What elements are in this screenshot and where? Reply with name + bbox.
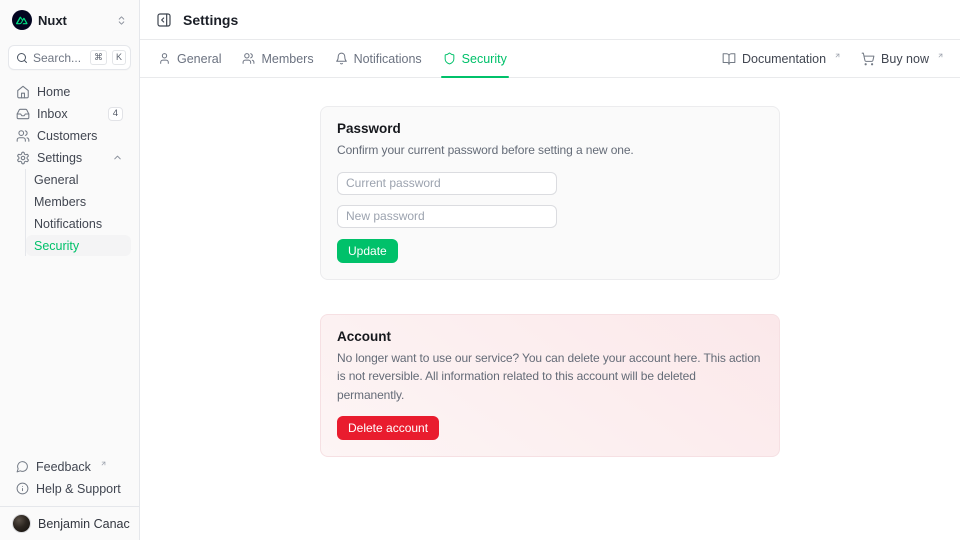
external-link-icon xyxy=(937,52,944,59)
sidebar-item-inbox[interactable]: Inbox 4 xyxy=(8,103,131,124)
tab-notifications[interactable]: Notifications xyxy=(333,40,424,77)
search-icon xyxy=(16,52,28,64)
account-card: Account No longer want to use our servic… xyxy=(320,314,780,458)
gear-icon xyxy=(16,151,30,165)
delete-account-button[interactable]: Delete account xyxy=(337,416,439,440)
app-window: Nuxt Search... ⌘ K Home Inbox 4 xyxy=(0,0,960,540)
tab-general[interactable]: General xyxy=(156,40,223,77)
tab-label: Notifications xyxy=(354,52,422,66)
sidebar-footer: Feedback Help & Support xyxy=(0,456,139,506)
help-support-link[interactable]: Help & Support xyxy=(8,478,131,499)
search-placeholder: Search... xyxy=(33,51,85,65)
tab-label: General xyxy=(177,52,221,66)
tab-security[interactable]: Security xyxy=(441,40,509,77)
buy-now-link[interactable]: Buy now xyxy=(861,52,944,66)
settings-security-content: Password Confirm your current password b… xyxy=(140,78,960,540)
kbd-k: K xyxy=(112,50,126,65)
avatar xyxy=(12,514,31,533)
nuxt-logo-icon xyxy=(12,10,32,30)
sidebar-spacer xyxy=(0,257,139,456)
user-menu[interactable]: Benjamin Canac xyxy=(0,506,139,540)
user-icon xyxy=(158,52,171,65)
feedback-label: Feedback xyxy=(36,460,91,474)
settings-sub-list: General Members Notifications Security xyxy=(25,169,131,256)
home-icon xyxy=(16,85,30,99)
sidebar-item-notifications[interactable]: Notifications xyxy=(26,213,131,234)
tabs: General Members Notifications Security xyxy=(156,40,509,77)
users-icon xyxy=(242,52,255,65)
panel-left-close-icon xyxy=(156,12,172,28)
tab-label: Members xyxy=(261,52,313,66)
shield-icon xyxy=(443,52,456,65)
collapse-sidebar-button[interactable] xyxy=(156,12,172,28)
search-input[interactable]: Search... ⌘ K xyxy=(8,45,131,70)
chevron-up-icon xyxy=(112,152,123,163)
sidebar-item-label: Inbox xyxy=(37,107,101,121)
password-card: Password Confirm your current password b… xyxy=(320,106,780,280)
main-panel: Settings General Members Notifications xyxy=(140,0,960,540)
toolbar-links: Documentation Buy now xyxy=(722,40,944,77)
team-switcher[interactable]: Nuxt xyxy=(8,9,131,31)
users-icon xyxy=(16,129,30,143)
current-password-field[interactable] xyxy=(337,172,557,195)
inbox-count-badge: 4 xyxy=(108,107,123,121)
sidebar: Nuxt Search... ⌘ K Home Inbox 4 xyxy=(0,0,140,540)
user-name: Benjamin Canac xyxy=(38,517,130,531)
message-circle-icon xyxy=(16,460,29,473)
tab-label: Security xyxy=(462,52,507,66)
buy-now-label: Buy now xyxy=(881,52,929,66)
sidebar-item-label: Home xyxy=(37,85,123,99)
bell-icon xyxy=(335,52,348,65)
inbox-icon xyxy=(16,107,30,121)
kbd-meta: ⌘ xyxy=(90,50,107,65)
book-open-icon xyxy=(722,52,736,66)
sidebar-item-label: Settings xyxy=(37,151,105,165)
external-link-icon xyxy=(100,460,107,467)
tab-bar: General Members Notifications Security xyxy=(140,40,960,78)
external-link-icon xyxy=(834,52,841,59)
feedback-link[interactable]: Feedback xyxy=(8,456,131,477)
documentation-label: Documentation xyxy=(742,52,826,66)
page-title: Settings xyxy=(183,12,238,28)
sidebar-item-label: Customers xyxy=(37,129,123,143)
chevron-up-down-icon xyxy=(116,15,127,26)
sidebar-item-customers[interactable]: Customers xyxy=(8,125,131,146)
account-card-description: No longer want to use our service? You c… xyxy=(337,349,763,405)
sidebar-nav: Home Inbox 4 Customers Settings General … xyxy=(0,70,139,257)
account-card-title: Account xyxy=(337,329,763,344)
team-name: Nuxt xyxy=(38,13,110,28)
sidebar-item-general[interactable]: General xyxy=(26,169,131,190)
sidebar-item-members[interactable]: Members xyxy=(26,191,131,212)
tab-members[interactable]: Members xyxy=(240,40,315,77)
sidebar-item-settings[interactable]: Settings xyxy=(8,147,131,168)
sidebar-item-home[interactable]: Home xyxy=(8,81,131,102)
update-password-button[interactable]: Update xyxy=(337,239,398,263)
sidebar-item-security[interactable]: Security xyxy=(26,235,131,256)
help-support-label: Help & Support xyxy=(36,482,121,496)
documentation-link[interactable]: Documentation xyxy=(722,52,841,66)
info-icon xyxy=(16,482,29,495)
shopping-cart-icon xyxy=(861,52,875,66)
password-card-title: Password xyxy=(337,121,763,136)
new-password-field[interactable] xyxy=(337,205,557,228)
password-card-description: Confirm your current password before set… xyxy=(337,141,763,160)
page-header: Settings xyxy=(140,0,960,40)
